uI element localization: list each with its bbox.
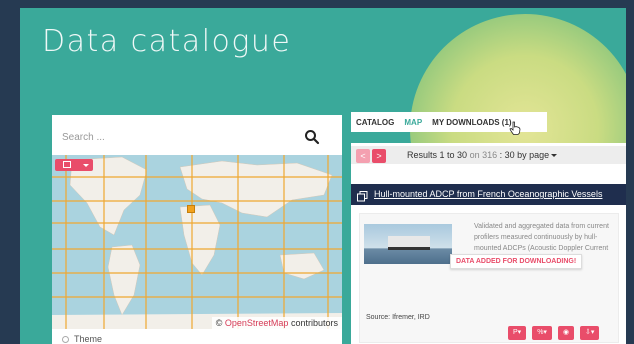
draw-tool-button[interactable] [55,159,93,171]
search-input[interactable] [62,127,302,147]
results-range: Results 1 to 30 [407,150,468,160]
map-attribution: © OpenStreetMap contributors [211,317,342,329]
download-added-badge: DATA ADDED FOR DOWNLOADING! [450,254,583,269]
theme-filter[interactable]: Theme [62,334,102,344]
results-per-page: : 30 by page [499,150,550,160]
hand-cursor-icon [509,121,521,135]
record-card: Validated and aggregated data from curre… [359,213,619,343]
search-panel: © OpenStreetMap contributors Theme [52,115,342,344]
theme-label: Theme [74,334,103,344]
vessel-image [388,236,430,250]
record-description: Validated and aggregated data from curre… [474,223,609,252]
attribution-suffix: contributors [290,318,338,328]
map-view[interactable]: © OpenStreetMap contributors [52,155,342,329]
copy-icon [357,189,368,202]
pagination-bar: < > Results 1 to 30 on 316 : 30 by page [351,146,626,164]
prev-page-button[interactable]: < [356,149,370,163]
map-action-button[interactable]: P▾ [508,326,527,340]
results-panel: < > Results 1 to 30 on 316 : 30 by page … [351,143,626,344]
tab-map[interactable]: MAP [404,118,422,127]
world-map [52,155,342,329]
tab-catalog[interactable]: CATALOG [356,118,394,127]
results-total: on 316 [469,150,498,160]
openstreetmap-link[interactable]: OpenStreetMap [225,318,289,328]
record-thumbnail[interactable] [364,224,452,264]
view-action-button[interactable]: ◉ [557,326,575,340]
record-source: Source: Ifremer, IRD [366,314,430,321]
search-icon[interactable] [304,129,320,145]
download-action-button[interactable]: ⇩▾ [580,326,600,340]
search-bar [52,123,342,151]
map-marker[interactable] [187,205,195,213]
chevron-down-icon [551,154,558,158]
record-title-link[interactable]: Hull-mounted ADCP from French Oceanograp… [374,189,602,199]
chevron-down-icon [83,164,89,167]
page-banner: Data catalogue Search ... © OpenStreetMa… [20,8,626,344]
page-title: Data catalogue [42,24,292,59]
next-page-button[interactable]: > [372,149,386,163]
edit-icon [63,161,71,168]
record-actions: P▾ %▾ ◉ ⇩▾ [508,326,600,340]
link-action-button[interactable]: %▾ [532,326,552,340]
radio-icon[interactable] [62,335,69,343]
record-header[interactable]: Hull-mounted ADCP from French Oceanograp… [351,184,626,205]
attribution-prefix: © [215,318,223,328]
tab-my-downloads[interactable]: MY DOWNLOADS (1) [432,118,511,127]
results-count[interactable]: Results 1 to 30 on 316 : 30 by page [407,150,558,160]
